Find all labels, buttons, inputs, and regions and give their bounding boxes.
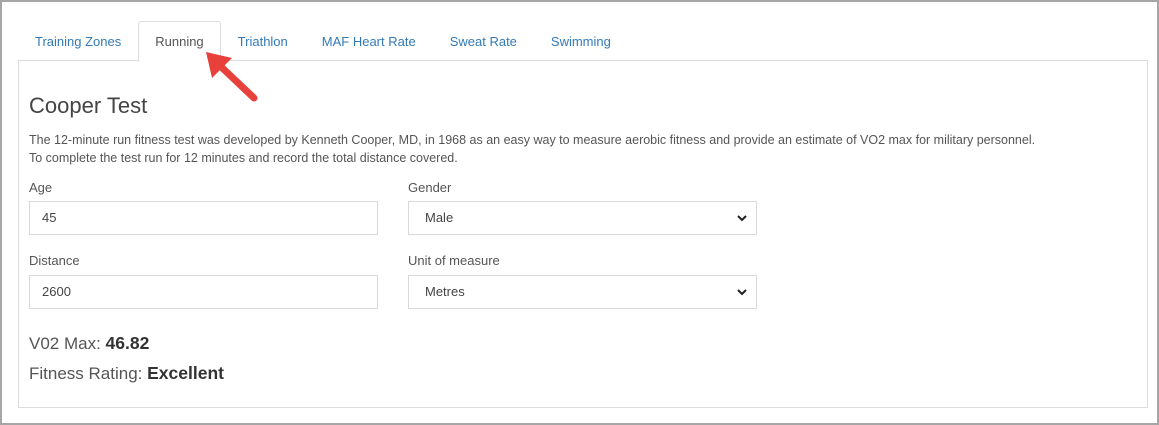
red-arrow-annotation-icon xyxy=(206,52,258,102)
unit-select-value: Metres xyxy=(425,284,465,299)
fitness-rating-value: Excellent xyxy=(147,363,224,383)
fitness-rating-result: Fitness Rating: Excellent xyxy=(29,363,224,384)
chevron-down-icon xyxy=(737,289,747,296)
tab-swimming[interactable]: Swimming xyxy=(534,21,628,61)
unit-label: Unit of measure xyxy=(408,253,500,268)
vo2-max-label: V02 Max: xyxy=(29,334,101,353)
description: The 12-minute run fitness test was devel… xyxy=(29,131,1139,167)
chevron-down-icon xyxy=(737,215,747,222)
gender-select[interactable]: Male xyxy=(408,201,757,235)
gender-label: Gender xyxy=(408,180,452,195)
page-title: Cooper Test xyxy=(29,93,148,118)
description-line: The 12-minute run fitness test was devel… xyxy=(29,133,1036,147)
gender-select-value: Male xyxy=(425,210,454,225)
age-label: Age xyxy=(29,180,53,195)
vo2-max-value: 46.82 xyxy=(105,333,150,353)
window-frame: Training Zones Running Triathlon MAF Hea… xyxy=(0,0,1159,425)
fitness-rating-label: Fitness Rating: xyxy=(29,364,143,383)
tab-training-zones[interactable]: Training Zones xyxy=(18,21,138,61)
unit-select[interactable]: Metres xyxy=(408,275,757,309)
tab-sweat-rate[interactable]: Sweat Rate xyxy=(433,21,534,61)
tab-bar: Training Zones Running Triathlon MAF Hea… xyxy=(18,21,628,62)
vo2-max-result: V02 Max: 46.82 xyxy=(29,333,149,354)
age-field[interactable]: 45 xyxy=(29,201,378,235)
tab-maf-heart-rate[interactable]: MAF Heart Rate xyxy=(305,21,433,61)
description-line: To complete the test run for 12 minutes … xyxy=(29,151,458,165)
distance-label: Distance xyxy=(29,253,80,268)
tab-panel-running: Cooper Test The 12-minute run fitness te… xyxy=(18,60,1148,408)
distance-field[interactable]: 2600 xyxy=(29,275,378,309)
